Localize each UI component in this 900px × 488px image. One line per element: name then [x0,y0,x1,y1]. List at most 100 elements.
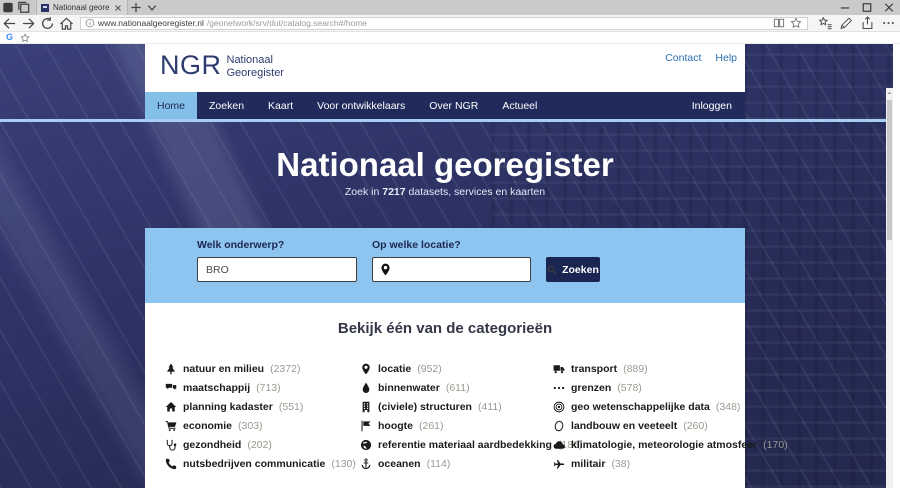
category-label: (civiele) structuren [378,401,472,413]
category-count: (348) [716,401,741,413]
category-label: geo wetenschappelijke data [571,401,710,413]
category-label: referentie materiaal aardbedekking [378,439,552,451]
contact-link[interactable]: Contact [665,52,701,64]
category-binnenwater[interactable]: binnenwater(611) [360,378,550,397]
star-icon[interactable] [20,33,30,43]
category-count: (713) [256,382,281,394]
toolbar-icons [816,16,898,30]
address-bar-row: www.nationaalgeoregister.nl /geonetwork/… [0,15,900,32]
window-controls [834,0,900,15]
building-icon [360,401,372,413]
category-count: (889) [623,363,648,375]
new-tab-icon[interactable] [128,0,144,15]
nav-item-actueel[interactable]: Actueel [490,92,549,119]
subtitle-count: 7217 [382,186,405,198]
browser-window: Nationaal georegister - www.nationaalgeo… [0,0,900,488]
nav-item-kaart[interactable]: Kaart [256,92,305,119]
set-tabs-aside-icon[interactable] [0,0,16,15]
category-oceanen[interactable]: oceanen(114) [360,454,550,473]
category-count: (952) [417,363,442,375]
annotate-pen-icon[interactable] [837,16,856,30]
help-link[interactable]: Help [715,52,737,64]
category-count: (303) [238,420,263,432]
category-label: grenzen [571,382,611,394]
google-favicon[interactable]: G [6,33,13,42]
tab-title: Nationaal georegister - [53,3,109,12]
category-column-2: locatie(952)binnenwater(611)(civiele) st… [360,359,550,473]
search-button[interactable]: Zoeken [546,257,600,282]
category-locatie[interactable]: locatie (952) [360,359,550,378]
category-grenzen[interactable]: grenzen(578) [553,378,743,397]
favorites-hub-icon[interactable] [816,16,835,30]
category-referentie-materiaal-aardbedekking[interactable]: referentie materiaal aardbedekking(186) [360,435,550,454]
category-label: locatie [378,363,411,375]
share-icon[interactable] [858,16,877,30]
tree-icon [165,363,177,375]
category-natuur-en-milieu[interactable]: natuur en milieu(2372) [165,359,357,378]
scrollbar[interactable] [886,88,893,488]
category-count: (551) [279,401,304,413]
category-civiele-structuren[interactable]: (civiele) structuren (411) [360,397,550,416]
category-geo-wetenschappelijke-data[interactable]: geo wetenschappelijke data (348) [553,397,743,416]
forward-icon[interactable] [19,16,38,31]
location-input[interactable] [392,258,530,281]
nav-item-voor-ontwikkelaars[interactable]: Voor ontwikkelaars [305,92,417,119]
category-hoogte[interactable]: hoogte(261) [360,416,550,435]
category-nutsbedrijven-communicatie[interactable]: nutsbedrijven communicatie(130) [165,454,357,473]
browser-tab[interactable]: Nationaal georegister - [36,0,128,15]
category-count: (202) [247,439,272,451]
category-count: (38) [611,458,630,470]
category-klimatologie-meteorologie-atmosfeer[interactable]: klimatologie, meteorologie atmosfeer(170… [553,435,743,454]
category-column-3: transport(889)grenzen(578)geo wetenschap… [553,359,743,473]
category-label: nutsbedrijven communicatie [183,458,325,470]
category-count: (2372) [270,363,300,375]
topic-label: Welk onderwerp? [197,239,284,251]
minimize-icon[interactable] [834,0,856,15]
logo-name: Nationaal Georegister [227,54,284,79]
site-header: NGR Nationaal Georegister Contact Help [145,44,745,92]
category-economie[interactable]: economie(303) [165,416,357,435]
topic-input[interactable] [198,258,356,281]
chevron-down-icon[interactable] [144,0,160,15]
category-count: (170) [763,439,788,451]
nav-item-home[interactable]: Home [145,92,197,119]
favorite-star-icon[interactable] [789,17,803,29]
close-icon[interactable] [878,0,900,15]
scrollbar-thumb[interactable] [887,100,892,240]
main-navigation: HomeZoekenKaartVoor ontwikkelaarsOver NG… [145,92,745,119]
address-bar[interactable]: www.nationaalgeoregister.nl /geonetwork/… [80,17,808,30]
ngr-logo[interactable]: NGR Nationaal Georegister [160,48,284,83]
search-button-label: Zoeken [562,264,599,276]
nav-item-zoeken[interactable]: Zoeken [197,92,256,119]
category-gezondheid[interactable]: gezondheid(202) [165,435,357,454]
login-link[interactable]: Inloggen [679,92,745,119]
category-label: binnenwater [378,382,440,394]
logo-name-line1: Nationaal [227,54,273,66]
back-icon[interactable] [0,16,19,31]
more-icon[interactable] [879,16,898,30]
category-landbouw-en-veeteelt[interactable]: landbouw en veeteelt(260) [553,416,743,435]
site-favicon-icon [41,4,49,12]
url-host: www.nationaalgeoregister.nl [98,18,204,28]
comments-icon [165,382,177,394]
home-icon[interactable] [57,16,76,31]
category-transport[interactable]: transport(889) [553,359,743,378]
tab-preview-icon[interactable] [16,0,32,15]
maximize-icon[interactable] [856,0,878,15]
subtitle-suffix: datasets, services en kaarten [406,186,546,198]
home-icon [165,401,177,413]
reading-view-icon[interactable] [772,17,786,29]
nav-item-over-ngr[interactable]: Over NGR [417,92,490,119]
category-maatschappij[interactable]: maatschappij (713) [165,378,357,397]
header-links: Contact Help [665,52,737,64]
category-count: (411) [478,401,502,413]
cart-icon [165,420,177,432]
info-icon[interactable] [85,18,95,28]
category-planning-kadaster[interactable]: planning kadaster (551) [165,397,357,416]
scroll-up-icon[interactable] [886,88,893,98]
category-label: planning kadaster [183,401,273,413]
refresh-icon[interactable] [38,16,57,31]
tab-close-icon[interactable] [113,3,123,13]
category-label: maatschappij [183,382,250,394]
category-militair[interactable]: militair(38) [553,454,743,473]
